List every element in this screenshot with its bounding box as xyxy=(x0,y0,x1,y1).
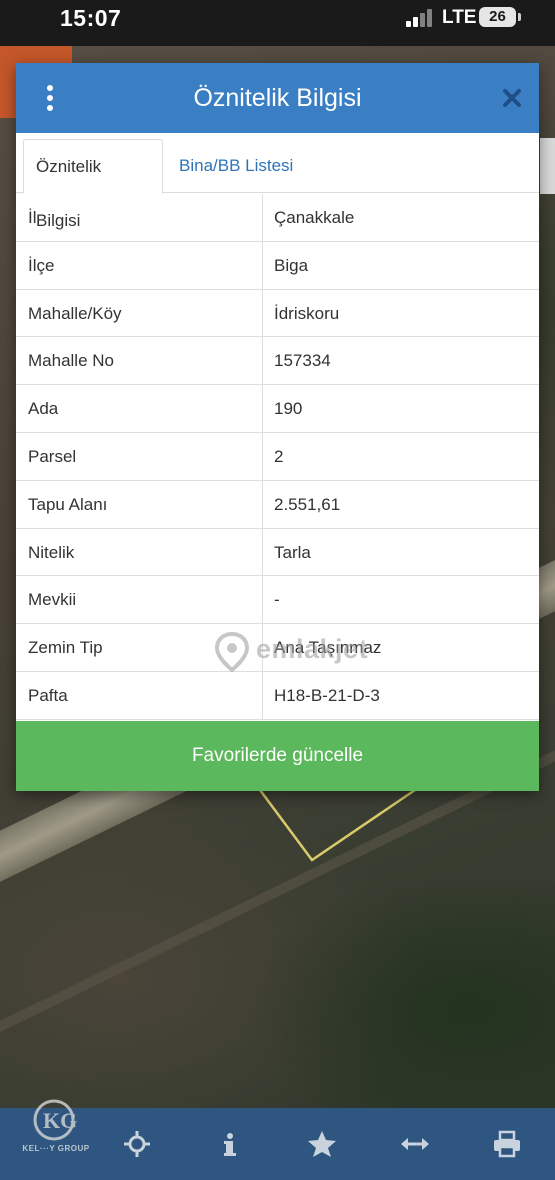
row-value: Ana Taşınmaz xyxy=(274,638,382,658)
update-favorites-button[interactable]: Favorilerde güncelle xyxy=(16,721,539,791)
row-value: Biga xyxy=(274,255,309,275)
row-value: 157334 xyxy=(274,351,331,371)
row-label: Mevkii xyxy=(16,576,263,624)
row-label: İlçe xyxy=(16,241,263,289)
svg-text:KG: KG xyxy=(43,1108,77,1133)
battery-icon: 26 xyxy=(479,7,516,27)
attribute-table: İl Çanakkale İlçe Biga Mahalle/Köy İdris… xyxy=(16,194,539,720)
row-label: Parsel xyxy=(16,432,263,480)
dialog-header: Öznitelik Bilgisi xyxy=(16,63,539,133)
row-value: - xyxy=(274,590,280,610)
table-row: Mevkii - xyxy=(16,576,539,625)
map-side-panel-edge xyxy=(540,138,555,194)
tab-attribute-info[interactable]: Öznitelik Bilgisi xyxy=(23,139,163,230)
dialog-tabs: Öznitelik Bilgisi Bina/BB Listesi xyxy=(16,133,539,230)
table-row: Mahalle No 157334 xyxy=(16,337,539,386)
kebab-menu-icon[interactable] xyxy=(40,83,60,113)
table-row: Parsel 2 xyxy=(16,432,539,481)
table-row: Nitelik Tarla xyxy=(16,528,539,577)
locate-icon[interactable] xyxy=(121,1128,153,1160)
tab-building-list[interactable]: Bina/BB Listesi xyxy=(167,139,305,194)
table-row: İl Çanakkale xyxy=(16,194,539,242)
dialog-title: Öznitelik Bilgisi xyxy=(193,84,362,112)
measure-icon[interactable] xyxy=(399,1128,431,1160)
row-value: H18-B-21-D-3 xyxy=(274,685,380,705)
row-value: 2 xyxy=(274,446,284,466)
row-label: Tapu Alanı xyxy=(16,480,263,528)
row-label: Mahalle/Köy xyxy=(16,289,263,337)
row-value: 190 xyxy=(274,399,303,419)
table-row: Pafta H18-B-21-D-3 xyxy=(16,671,539,720)
row-label: Mahalle No xyxy=(16,337,263,385)
logo-text: KEL···Y GROUP xyxy=(22,1144,90,1153)
table-row: Tapu Alanı 2.551,61 xyxy=(16,480,539,529)
star-icon[interactable] xyxy=(306,1128,338,1160)
row-label: Zemin Tip xyxy=(16,624,263,671)
row-value: Tarla xyxy=(274,542,311,562)
row-value: 2.551,61 xyxy=(274,494,341,514)
table-row: İlçe Biga xyxy=(16,241,539,290)
table-row: Zemin Tip Ana Taşınmaz xyxy=(16,624,539,672)
attribute-dialog: Öznitelik Bilgisi Öznitelik Bilgisi Bina… xyxy=(16,63,539,791)
print-icon[interactable] xyxy=(491,1128,523,1160)
battery-tip xyxy=(518,13,521,21)
row-label: Nitelik xyxy=(16,528,263,576)
row-value: İdriskoru xyxy=(274,303,340,323)
status-time: 15:07 xyxy=(60,5,122,31)
row-value: Çanakkale xyxy=(274,208,355,227)
info-icon[interactable] xyxy=(214,1128,246,1160)
signal-icon xyxy=(406,9,436,27)
row-label: İl xyxy=(16,194,263,241)
status-bar: 15:07 LTE 26 xyxy=(0,0,555,46)
row-label: Pafta xyxy=(16,671,263,719)
company-logo: KG KEL···Y GROUP xyxy=(14,1098,98,1158)
table-row: Ada 190 xyxy=(16,385,539,433)
network-label: LTE xyxy=(442,7,477,28)
row-label: Ada xyxy=(16,385,263,432)
close-icon[interactable] xyxy=(499,85,525,111)
table-row: Mahalle/Köy İdriskoru xyxy=(16,289,539,338)
